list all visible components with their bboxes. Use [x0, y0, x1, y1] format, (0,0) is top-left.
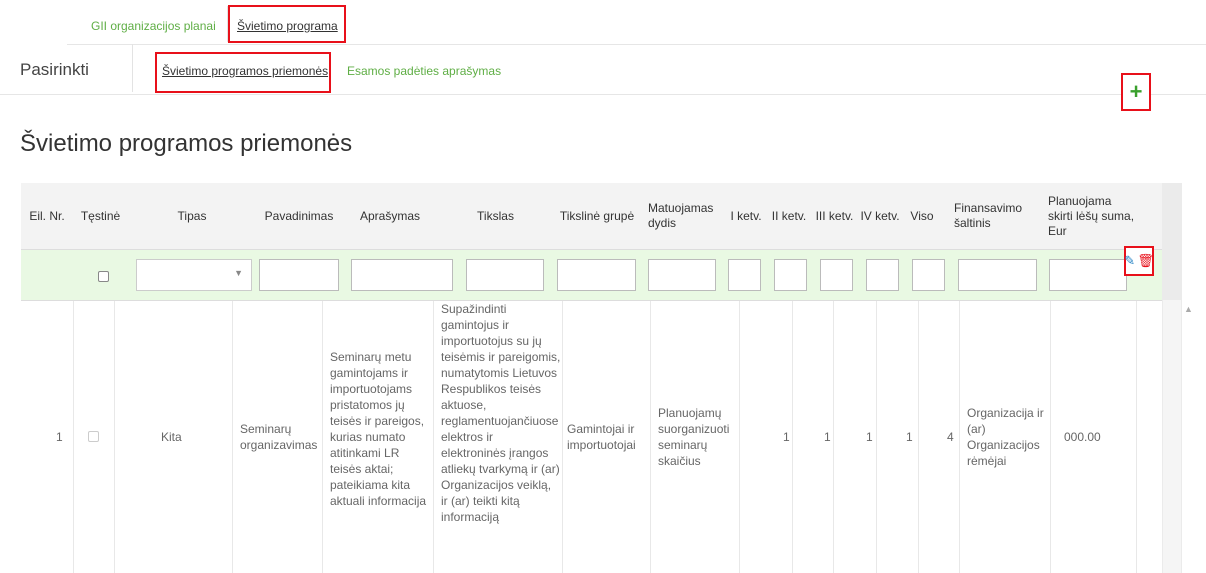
header-total: Viso — [910, 208, 934, 223]
description-input[interactable] — [351, 259, 453, 291]
header-name: Pavadinimas — [264, 208, 334, 223]
q4-input[interactable] — [866, 259, 899, 291]
column-divider — [1050, 301, 1051, 573]
tab-gii-plans[interactable]: GII organizacijos planai — [91, 19, 216, 33]
measured-value-input[interactable] — [648, 259, 716, 291]
chevron-down-icon: ▼ — [234, 268, 243, 278]
row-name: Seminarų organizavimas — [240, 422, 318, 452]
continuing-checkbox[interactable] — [98, 271, 109, 282]
row-description: Seminarų metu gamintojams ir importuotoj… — [330, 350, 427, 508]
row-number: 1 — [56, 430, 63, 444]
column-divider — [1136, 301, 1137, 573]
amount-input[interactable] — [1049, 259, 1127, 291]
column-divider — [562, 301, 563, 573]
column-divider — [433, 301, 434, 573]
funding-source-input[interactable] — [958, 259, 1037, 291]
header-continuing: Tęstinė — [80, 208, 121, 223]
header-q2: II ketv. — [771, 208, 807, 223]
header-goal: Tikslas — [477, 208, 514, 223]
column-divider — [322, 301, 323, 573]
row-amount: 000.00 — [1064, 430, 1101, 444]
column-divider — [918, 301, 919, 573]
header-q3: III ketv. — [815, 208, 854, 223]
highlight-box — [155, 52, 331, 93]
header-nr: Eil. Nr. — [29, 208, 65, 223]
q3-input[interactable] — [820, 259, 853, 291]
row-q2: 1 — [824, 430, 831, 444]
row-type: Kita — [161, 430, 182, 444]
scrollbar-area[interactable] — [1163, 300, 1181, 573]
trash-icon[interactable]: 🗑 — [1137, 253, 1154, 269]
row-goal: Supažindinti gamintojus ir importuotojus… — [441, 302, 561, 524]
column-divider — [739, 301, 740, 573]
header-description: Aprašymas — [359, 208, 421, 223]
measures-table: Eil. Nr. Tęstinė Tipas Pavadinimas Apraš… — [21, 183, 1181, 573]
pencil-icon[interactable]: ✎ — [1124, 253, 1135, 269]
column-divider — [114, 301, 115, 573]
nav-divider — [132, 44, 133, 92]
target-group-input[interactable] — [557, 259, 636, 291]
goal-input[interactable] — [466, 259, 544, 291]
header-type: Tipas — [177, 208, 207, 223]
add-row-button[interactable]: + — [1121, 73, 1151, 111]
type-select[interactable]: ▼ — [136, 259, 252, 291]
row-target-group: Gamintojai ir importuotojai — [567, 422, 636, 452]
header-q1: I ketv. — [730, 208, 762, 223]
highlight-box — [228, 5, 346, 43]
new-row-form: ▼ — [21, 250, 1162, 301]
row-measured-value: Planuojamų suorganizuoti seminarų skaiči… — [658, 406, 730, 468]
header-measured-value: Matuojamas dydis — [648, 201, 714, 230]
header-planned-amount: Planuojama skirti lėšų suma, Eur — [1048, 193, 1135, 238]
plus-icon: + — [1129, 79, 1143, 104]
row-continuing-checkbox[interactable] — [88, 431, 99, 442]
header-target-group: Tikslinė grupė — [559, 208, 635, 223]
tab-current-state[interactable]: Esamos padėties aprašymas — [347, 64, 501, 78]
name-input[interactable] — [259, 259, 339, 291]
table-header: Eil. Nr. Tęstinė Tipas Pavadinimas Apraš… — [21, 183, 1162, 250]
header-q4: IV ketv. — [860, 208, 900, 223]
column-divider — [232, 301, 233, 573]
column-divider — [792, 301, 793, 573]
column-divider — [650, 301, 651, 573]
row-actions: ✎ 🗑 — [1124, 246, 1154, 276]
q2-input[interactable] — [774, 259, 807, 291]
q1-input[interactable] — [728, 259, 761, 291]
column-divider — [73, 301, 74, 573]
table-row: 1 Kita Seminarų organizavimas Seminarų m… — [21, 301, 1162, 573]
row-q1: 1 — [783, 430, 790, 444]
row-q3: 1 — [866, 430, 873, 444]
row-total: 4 — [947, 430, 954, 444]
select-label: Pasirinkti — [20, 60, 89, 79]
header-funding-source: Finansavimo šaltinis — [954, 201, 1023, 230]
scroll-up-icon[interactable]: ▲ — [1184, 304, 1193, 314]
total-input[interactable] — [912, 259, 945, 291]
column-divider — [876, 301, 877, 573]
column-divider — [959, 301, 960, 573]
row-funding-source: Organizacija ir (ar) Organizacijos rėmėj… — [967, 406, 1044, 468]
page-title: Švietimo programos priemonės — [20, 130, 353, 157]
row-q4: 1 — [906, 430, 913, 444]
column-divider — [833, 301, 834, 573]
